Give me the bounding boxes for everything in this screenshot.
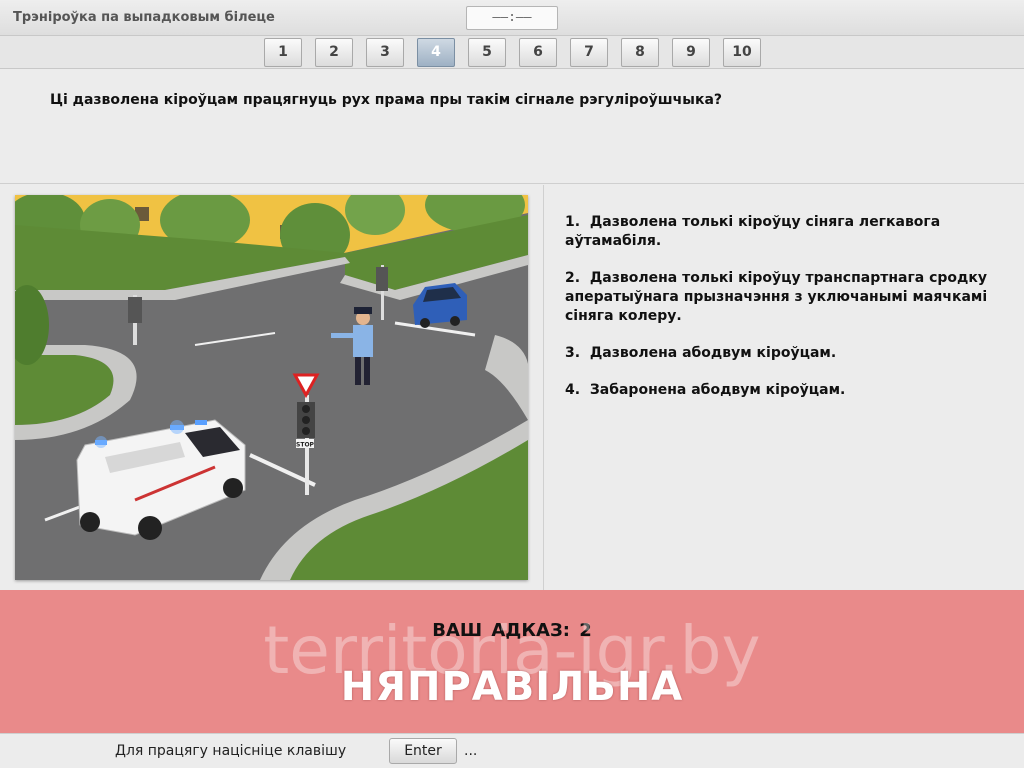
question-tab-1[interactable]: 1 (264, 38, 302, 67)
answer-text: Дазволена толькі кіроўцу транспартнага с… (565, 270, 988, 324)
traffic-scene-illustration: STOP (15, 195, 528, 580)
answer-number: 2. (565, 270, 581, 286)
content-divider (543, 185, 544, 590)
question-tab-6[interactable]: 6 (519, 38, 557, 67)
answer-number: 1. (565, 214, 581, 230)
your-answer-label: ВАШ АДКАЗ: (432, 620, 570, 641)
question-tab-2[interactable]: 2 (315, 38, 353, 67)
result-verdict: НЯПРАВІЛЬНА (340, 664, 684, 710)
your-answer-line: ВАШ АДКАЗ: 2 (0, 620, 1024, 641)
traffic-scene-image: STOP (15, 195, 528, 580)
stop-plate-text: STOP (296, 442, 315, 449)
question-tab-10[interactable]: 10 (723, 38, 761, 67)
footer-bar: Для працягу націсніце клавішу Enter ... (0, 733, 1024, 768)
enter-key-button[interactable]: Enter (389, 738, 457, 764)
answer-text: Дазволена абодвум кіроўцам. (589, 345, 837, 361)
your-answer-value: 2 (579, 620, 592, 641)
question-text: Ці дазволена кіроўцам працягнуць рух пра… (50, 92, 723, 108)
answer-option-2[interactable]: 2. Дазволена толькі кіроўцу транспартнаг… (565, 269, 1005, 326)
hint-ellipsis: ... (464, 743, 478, 759)
question-tab-4[interactable]: 4 (417, 38, 455, 67)
timer-display: ——:—— (466, 6, 558, 30)
answer-option-1[interactable]: 1. Дазволена толькі кіроўцу сіняга легка… (565, 213, 1005, 251)
answer-text: Дазволена толькі кіроўцу сіняга легкавог… (565, 214, 941, 249)
answer-number: 3. (565, 345, 581, 361)
question-tab-9[interactable]: 9 (672, 38, 710, 67)
content-area: STOP 1. Дазволена толькі кіроўцу сіняга … (0, 185, 1024, 590)
continue-hint: Для працягу націсніце клавішу (115, 743, 347, 759)
question-area: Ці дазволена кіроўцам працягнуць рух пра… (0, 70, 1024, 184)
answer-number: 4. (565, 382, 581, 398)
question-tab-3[interactable]: 3 (366, 38, 404, 67)
answer-option-3[interactable]: 3. Дазволена абодвум кіроўцам. (565, 344, 1005, 363)
question-tab-8[interactable]: 8 (621, 38, 659, 67)
result-panel: ВАШ АДКАЗ: 2 territoria-igr.by НЯПРАВІЛЬ… (0, 590, 1024, 733)
question-nav: 1 2 3 4 5 6 7 8 9 10 (0, 36, 1024, 69)
answer-text: Забаронена абодвум кіроўцам. (589, 382, 846, 398)
top-bar: Трэніроўка па выпадковым білеце ——:—— (0, 0, 1024, 36)
answers-list: 1. Дазволена толькі кіроўцу сіняга легка… (565, 213, 1005, 418)
question-tab-7[interactable]: 7 (570, 38, 608, 67)
question-tab-5[interactable]: 5 (468, 38, 506, 67)
app-title: Трэніроўка па выпадковым білеце (13, 10, 275, 25)
answer-option-4[interactable]: 4. Забаронена абодвум кіроўцам. (565, 381, 1005, 400)
